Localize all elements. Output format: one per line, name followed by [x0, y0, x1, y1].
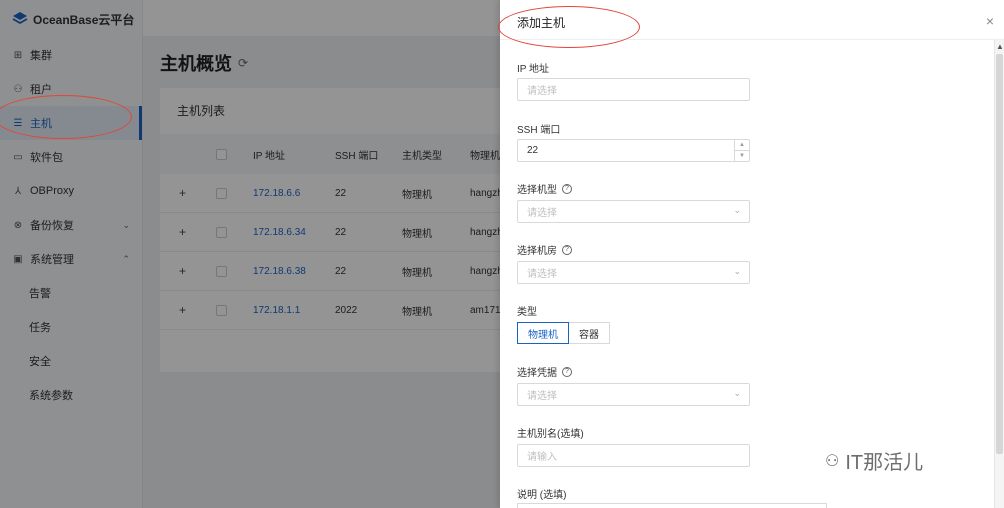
close-icon[interactable]: × [986, 13, 994, 29]
add-host-drawer: 添加主机 × ▲ IP 地址 请选择 SSH 端口 22 ▲ ▼ 选择机型 ? … [500, 0, 1004, 508]
help-icon[interactable]: ? [562, 244, 572, 255]
stepper-down-icon[interactable]: ▼ [735, 151, 749, 161]
chevron-down-icon: ⌄ [733, 205, 741, 215]
alias-input-placeholder: 请输入 [527, 452, 557, 463]
alias-input[interactable]: 请输入 [517, 444, 750, 467]
scrollbar-thumb[interactable] [996, 54, 1003, 454]
type-option-container[interactable]: 容器 [569, 322, 610, 344]
watermark: ⚇ IT那活儿 [825, 446, 923, 475]
type-label: 类型 [517, 303, 537, 318]
stepper-up-icon[interactable]: ▲ [735, 140, 749, 151]
type-option-physical[interactable]: 物理机 [517, 322, 569, 344]
ssh-port-label: SSH 端口 [517, 121, 560, 136]
ip-select-placeholder: 请选择 [527, 86, 557, 97]
model-select-placeholder: 请选择 [527, 208, 557, 219]
drawer-scrollbar[interactable]: ▲ [994, 40, 1004, 508]
room-label: 选择机房 ? [517, 242, 572, 257]
model-select[interactable]: 请选择 ⌄ [517, 200, 750, 223]
ip-label: IP 地址 [517, 60, 549, 75]
scroll-up-arrow-icon[interactable]: ▲ [996, 42, 1004, 51]
chevron-down-icon: ⌄ [733, 266, 741, 276]
alias-label-text: 主机别名(选填) [517, 429, 584, 440]
credential-select-placeholder: 请选择 [527, 391, 557, 402]
type-label-text: 类型 [517, 307, 537, 318]
room-select-placeholder: 请选择 [527, 269, 557, 280]
description-label-text: 说明 (选填) [517, 490, 567, 501]
ssh-port-label-text: SSH 端口 [517, 125, 561, 136]
room-label-text: 选择机房 [517, 246, 557, 257]
credential-select[interactable]: 请选择 ⌄ [517, 383, 750, 406]
host-type-segmented: 物理机 容器 [517, 322, 610, 344]
credential-label-text: 选择凭据 [517, 368, 557, 379]
help-icon[interactable]: ? [562, 366, 572, 377]
room-select[interactable]: 请选择 ⌄ [517, 261, 750, 284]
ip-select[interactable]: 请选择 [517, 78, 750, 101]
alias-label: 主机别名(选填) [517, 425, 584, 440]
ip-label-text: IP 地址 [517, 64, 550, 75]
ssh-port-input[interactable]: 22 ▲ ▼ [517, 139, 750, 162]
ssh-port-value: 22 [527, 145, 539, 156]
chevron-down-icon: ⌄ [733, 388, 741, 398]
wechat-icon: ⚇ [825, 452, 840, 470]
description-label: 说明 (选填) [517, 486, 566, 501]
watermark-text: IT那活儿 [845, 452, 924, 474]
description-textarea[interactable] [517, 503, 827, 508]
drawer-title: 添加主机 [517, 16, 566, 30]
overlay-mask[interactable] [0, 0, 500, 508]
model-label: 选择机型 ? [517, 181, 572, 196]
model-label-text: 选择机型 [517, 185, 557, 196]
credential-label: 选择凭据 ? [517, 364, 572, 379]
drawer-header: 添加主机 × [500, 0, 1004, 40]
help-icon[interactable]: ? [562, 183, 572, 194]
port-stepper[interactable]: ▲ ▼ [734, 140, 749, 161]
